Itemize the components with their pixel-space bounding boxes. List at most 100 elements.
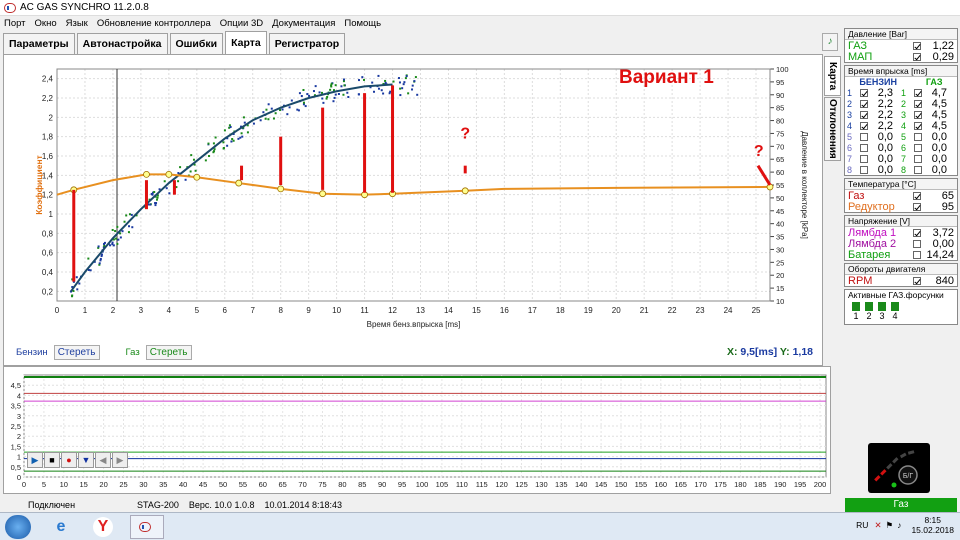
gas-injector-checkbox[interactable]: [914, 88, 922, 97]
tab-autotune[interactable]: Автонастройка: [76, 33, 168, 54]
battery-checkbox[interactable]: [913, 250, 921, 259]
stop-button[interactable]: ■: [44, 452, 60, 468]
petrol-injector-checkbox[interactable]: [860, 110, 868, 119]
right-tick-label: 60: [776, 168, 784, 177]
x-tick-label: 5: [195, 306, 200, 315]
gas-injector-checkbox[interactable]: [914, 165, 922, 174]
x-tick-label: 4: [167, 306, 172, 315]
measurement-point: [321, 97, 324, 100]
measurement-point: [212, 142, 215, 145]
tab-recorder[interactable]: Регистратор: [268, 33, 346, 54]
vtab-deviations[interactable]: Отклонения: [824, 97, 841, 161]
gas-injector-checkbox[interactable]: [914, 143, 922, 152]
measurement-point: [312, 90, 315, 93]
clear-petrol-button[interactable]: Стереть: [53, 344, 100, 360]
measurement-point: [413, 80, 416, 83]
injection-row: 3 2,2 3 4,5: [845, 109, 957, 121]
save-button[interactable]: ▼: [78, 452, 94, 468]
rpm-checkbox[interactable]: [913, 276, 921, 285]
measurement-point: [380, 89, 383, 92]
acgas-taskbar-icon[interactable]: [130, 515, 164, 539]
volume-icon[interactable]: ♪: [897, 520, 901, 530]
measurement-point: [246, 131, 249, 134]
clock[interactable]: 8:15 15.02.2018: [911, 515, 954, 535]
clear-gas-button[interactable]: Стереть: [145, 344, 192, 360]
injection-row: 1 2,3 1 4,7: [845, 87, 957, 99]
right-tick-label: 90: [776, 91, 784, 100]
fuel-indicator: Газ: [845, 498, 957, 512]
gas-injector-checkbox[interactable]: [914, 110, 922, 119]
petrol-injector-checkbox[interactable]: [860, 121, 868, 130]
language-indicator[interactable]: RU: [856, 520, 868, 530]
gas-injector-checkbox[interactable]: [914, 154, 922, 163]
measurement-point: [290, 99, 293, 102]
prev-button[interactable]: ◀: [95, 452, 111, 468]
lambda1-checkbox[interactable]: [913, 228, 921, 237]
record-button[interactable]: ●: [61, 452, 77, 468]
measurement-point: [302, 88, 305, 91]
pressure-map-checkbox[interactable]: [913, 52, 921, 61]
pressure-gas-checkbox[interactable]: [913, 41, 921, 50]
petrol-injector-checkbox[interactable]: [860, 143, 868, 152]
clock-date: 15.02.2018: [911, 525, 954, 535]
measurement-point: [401, 87, 404, 90]
gas-injector-checkbox[interactable]: [914, 99, 922, 108]
tab-parameters[interactable]: Параметры: [3, 33, 75, 54]
measurement-point: [340, 85, 343, 88]
map-chart[interactable]: 0 1 2 3 4 5 6 7 8 9 10 11 12 13 14 15 16 17 18 19 20 21 22 23 24…: [4, 55, 822, 343]
menu-documentation[interactable]: Документация: [272, 18, 335, 29]
measurement-point: [347, 95, 350, 98]
x-tick-label: 9: [306, 306, 311, 315]
x-tick-label: 155: [635, 480, 648, 489]
measurement-point: [184, 178, 187, 181]
temp-gas-checkbox[interactable]: [913, 191, 921, 200]
measurement-point: [99, 257, 102, 260]
measurement-point: [402, 83, 405, 86]
tab-map[interactable]: Карта: [225, 31, 267, 54]
temp-reducer-checkbox[interactable]: [913, 202, 921, 211]
windows-start-icon[interactable]: [5, 515, 31, 539]
petrol-injector-checkbox[interactable]: [860, 88, 868, 97]
x-tick-label: 200: [814, 480, 827, 489]
recorder-chart[interactable]: 00,51 1,522,533,5 44,5 0 5 10 15 20 25 30 35 40 45 50…: [4, 367, 830, 493]
petrol-injector-checkbox[interactable]: [860, 165, 868, 174]
menu-options-3d[interactable]: Опции 3D: [220, 18, 263, 29]
y-tick-label: 2: [17, 432, 21, 441]
taskbar: e Y RU ✕ ⚑ ♪ 8:15 15.02.2018: [0, 512, 960, 540]
pressure-row-map: МАП 0,29: [845, 51, 957, 63]
tab-errors[interactable]: Ошибки: [169, 33, 224, 54]
gas-injector-checkbox[interactable]: [914, 132, 922, 141]
map-tool-icon[interactable]: ♪: [822, 33, 838, 51]
y-tick-label: 4,5: [11, 381, 21, 390]
gas-injector-checkbox[interactable]: [914, 121, 922, 130]
network-icon[interactable]: ✕: [874, 520, 881, 531]
petrol-injector-value: 0,0: [877, 163, 893, 176]
measurement-point: [411, 84, 414, 87]
menu-update-controller[interactable]: Обновление контроллера: [97, 18, 211, 29]
measurement-point: [237, 137, 240, 140]
map-panel: 0 1 2 3 4 5 6 7 8 9 10 11 12 13 14 15 16 17 18 19 20 21 22 23 24…: [3, 54, 823, 366]
lambda2-checkbox[interactable]: [913, 239, 921, 248]
pressure-box: Давление [Bar] ГАЗ 1,22 МАП 0,29: [844, 28, 958, 63]
flag-icon[interactable]: ⚑: [886, 520, 894, 531]
ie-taskbar-icon[interactable]: e: [44, 515, 78, 539]
menu-help[interactable]: Помощь: [344, 18, 381, 29]
play-button[interactable]: ▶: [27, 452, 43, 468]
right-tick-label: 30: [776, 245, 784, 254]
voltage-row-lambda2: Лямбда 2 0,00: [845, 238, 957, 250]
measurement-point: [239, 136, 242, 139]
yandex-taskbar-icon[interactable]: Y: [86, 515, 120, 539]
menu-language[interactable]: Язык: [66, 18, 88, 29]
petrol-injector-checkbox[interactable]: [860, 99, 868, 108]
coefficient-line: [56, 173, 771, 196]
menu-port[interactable]: Порт: [4, 18, 26, 29]
petrol-injector-checkbox[interactable]: [860, 154, 868, 163]
y-tick-label: 2,2: [42, 94, 54, 103]
fuel-switch-gauge[interactable]: Б/Г: [868, 443, 930, 493]
vtab-map[interactable]: Карта: [824, 56, 841, 96]
menu-window[interactable]: Окно: [35, 18, 57, 29]
petrol-injector-checkbox[interactable]: [860, 132, 868, 141]
next-button[interactable]: ▶: [112, 452, 128, 468]
injector-3: 3: [878, 302, 886, 321]
petrol-injector-number: 1: [847, 87, 853, 98]
